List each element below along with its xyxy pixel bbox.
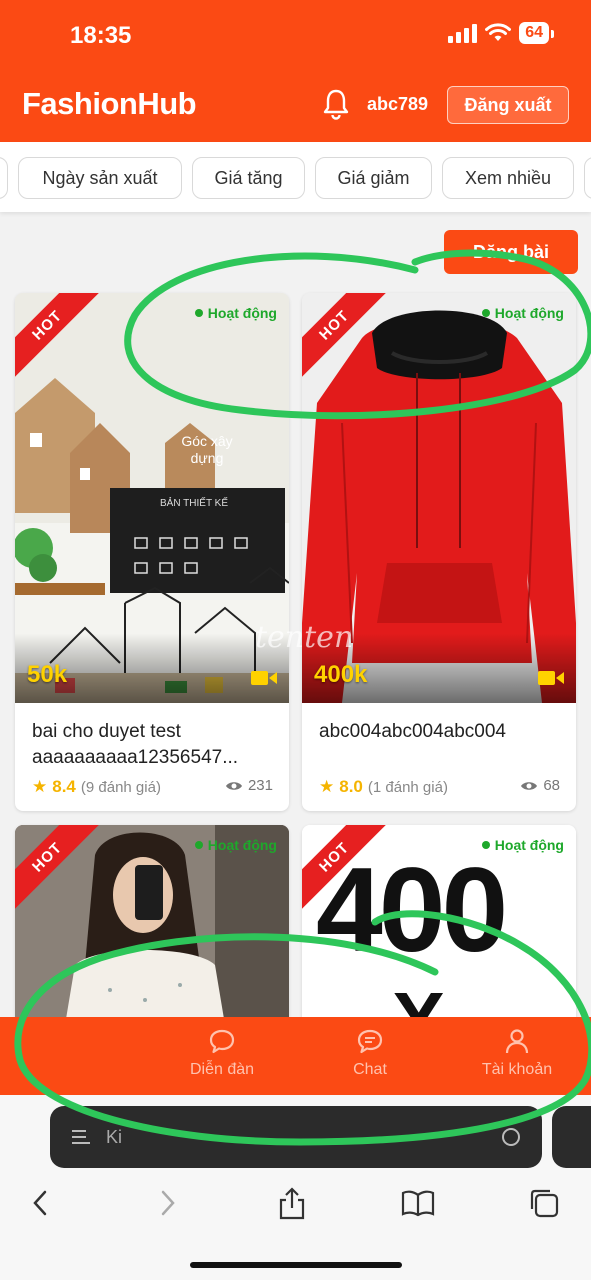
sign-text: Góc xây dựng	[181, 433, 233, 466]
browser-address-bar[interactable]: Ki	[50, 1106, 542, 1168]
filter-chip-production-date[interactable]: Ngày sản xuất	[18, 157, 182, 199]
wifi-icon	[485, 23, 512, 41]
next-tab-preview[interactable]	[552, 1106, 591, 1168]
video-camera-icon	[538, 671, 564, 685]
product-views: 231	[225, 777, 273, 794]
status-time: 18:35	[70, 22, 132, 49]
book-icon	[401, 1190, 435, 1217]
filter-chip-partial[interactable]	[0, 157, 8, 199]
filter-chip-partial[interactable]	[584, 157, 591, 199]
filter-chip-price-asc[interactable]: Giá tăng	[192, 157, 305, 199]
account-icon	[505, 1029, 529, 1054]
nav-item-account[interactable]: Tài khoản	[457, 1027, 577, 1079]
product-card[interactable]: 400 X HOT Hoạt động	[302, 825, 576, 1025]
filter-bar: Ngày sản xuất Giá tăng Giá giảm Xem nhiề…	[0, 142, 591, 212]
product-image: Góc xây dựng BẢN THIẾT KẾ HOT Hoạt động …	[15, 293, 289, 703]
browser-bookmarks-button[interactable]	[398, 1183, 438, 1223]
chevron-left-icon	[33, 1190, 47, 1216]
product-rating: ★ 8.4 (9 đánh giá)	[32, 777, 161, 796]
product-card[interactable]: HOT Hoạt động 400k abc004abc004abc004 ★ …	[302, 293, 576, 811]
logout-button[interactable]: Đăng xuất	[447, 86, 569, 124]
status-badge: Hoạt động	[194, 837, 277, 853]
filter-chip-price-desc[interactable]: Giá giảm	[315, 157, 432, 199]
app-logo[interactable]: FashionHub	[22, 86, 197, 122]
browser-forward-button[interactable]	[148, 1183, 188, 1223]
star-icon: ★	[32, 777, 48, 796]
product-card[interactable]: HOT Hoạt động	[15, 825, 289, 1025]
status-dot-icon	[194, 841, 203, 849]
product-image: 400 X HOT Hoạt động	[302, 825, 576, 1025]
eye-icon	[521, 781, 538, 790]
browser-tabs-button[interactable]	[524, 1183, 564, 1223]
page-menu-icon[interactable]	[70, 1127, 92, 1147]
star-icon: ★	[319, 777, 335, 796]
product-title[interactable]: abc004abc004abc004	[319, 719, 559, 745]
product-views: 68	[520, 777, 560, 794]
username[interactable]: abc789	[367, 94, 428, 115]
nav-item-chat[interactable]: Chat	[310, 1027, 430, 1079]
product-rating: ★ 8.0 (1 đánh giá)	[319, 777, 448, 796]
filter-chip-most-viewed[interactable]: Xem nhiều	[442, 157, 574, 199]
product-card[interactable]: Góc xây dựng BẢN THIẾT KẾ HOT Hoạt động …	[15, 293, 289, 811]
chat-icon	[357, 1029, 383, 1054]
product-price: 400k	[314, 661, 368, 688]
product-title[interactable]: bai cho duyet test aaaaaaaaaa12356547...	[32, 719, 272, 771]
reload-icon[interactable]	[500, 1126, 522, 1148]
status-dot-icon	[194, 309, 203, 317]
chevron-right-icon	[161, 1190, 175, 1216]
notification-bell-icon[interactable]	[322, 88, 350, 120]
app-header: 18:35 64 FashionHub abc789 Đăng xuất	[0, 0, 591, 142]
nav-item-forum[interactable]: Diễn đàn	[162, 1027, 282, 1079]
create-post-button[interactable]: Đăng bài	[444, 230, 578, 274]
bottom-navigation: Diễn đàn Chat Tài khoản	[0, 1017, 591, 1095]
product-image: HOT Hoạt động	[15, 825, 289, 1025]
status-dot-icon	[481, 841, 490, 849]
battery-indicator: 64	[519, 22, 554, 44]
board-title: BẢN THIẾT KẾ	[160, 498, 228, 509]
status-badge: Hoạt động	[481, 837, 564, 853]
share-icon	[279, 1187, 305, 1220]
tabs-icon	[530, 1189, 559, 1218]
status-badge: Hoạt động	[481, 305, 564, 321]
status-dot-icon	[481, 309, 490, 317]
video-camera-icon	[251, 671, 277, 685]
home-indicator	[190, 1262, 402, 1268]
watermark: tenten	[255, 620, 354, 655]
forum-icon	[209, 1029, 235, 1054]
eye-icon	[225, 781, 242, 790]
browser-share-button[interactable]	[272, 1183, 312, 1223]
status-badge: Hoạt động	[194, 305, 277, 321]
product-price: 50k	[27, 661, 68, 688]
status-icons: 64	[448, 22, 554, 44]
address-text[interactable]: Ki	[106, 1127, 122, 1148]
cellular-signal-icon	[448, 23, 478, 43]
browser-back-button[interactable]	[20, 1183, 60, 1223]
